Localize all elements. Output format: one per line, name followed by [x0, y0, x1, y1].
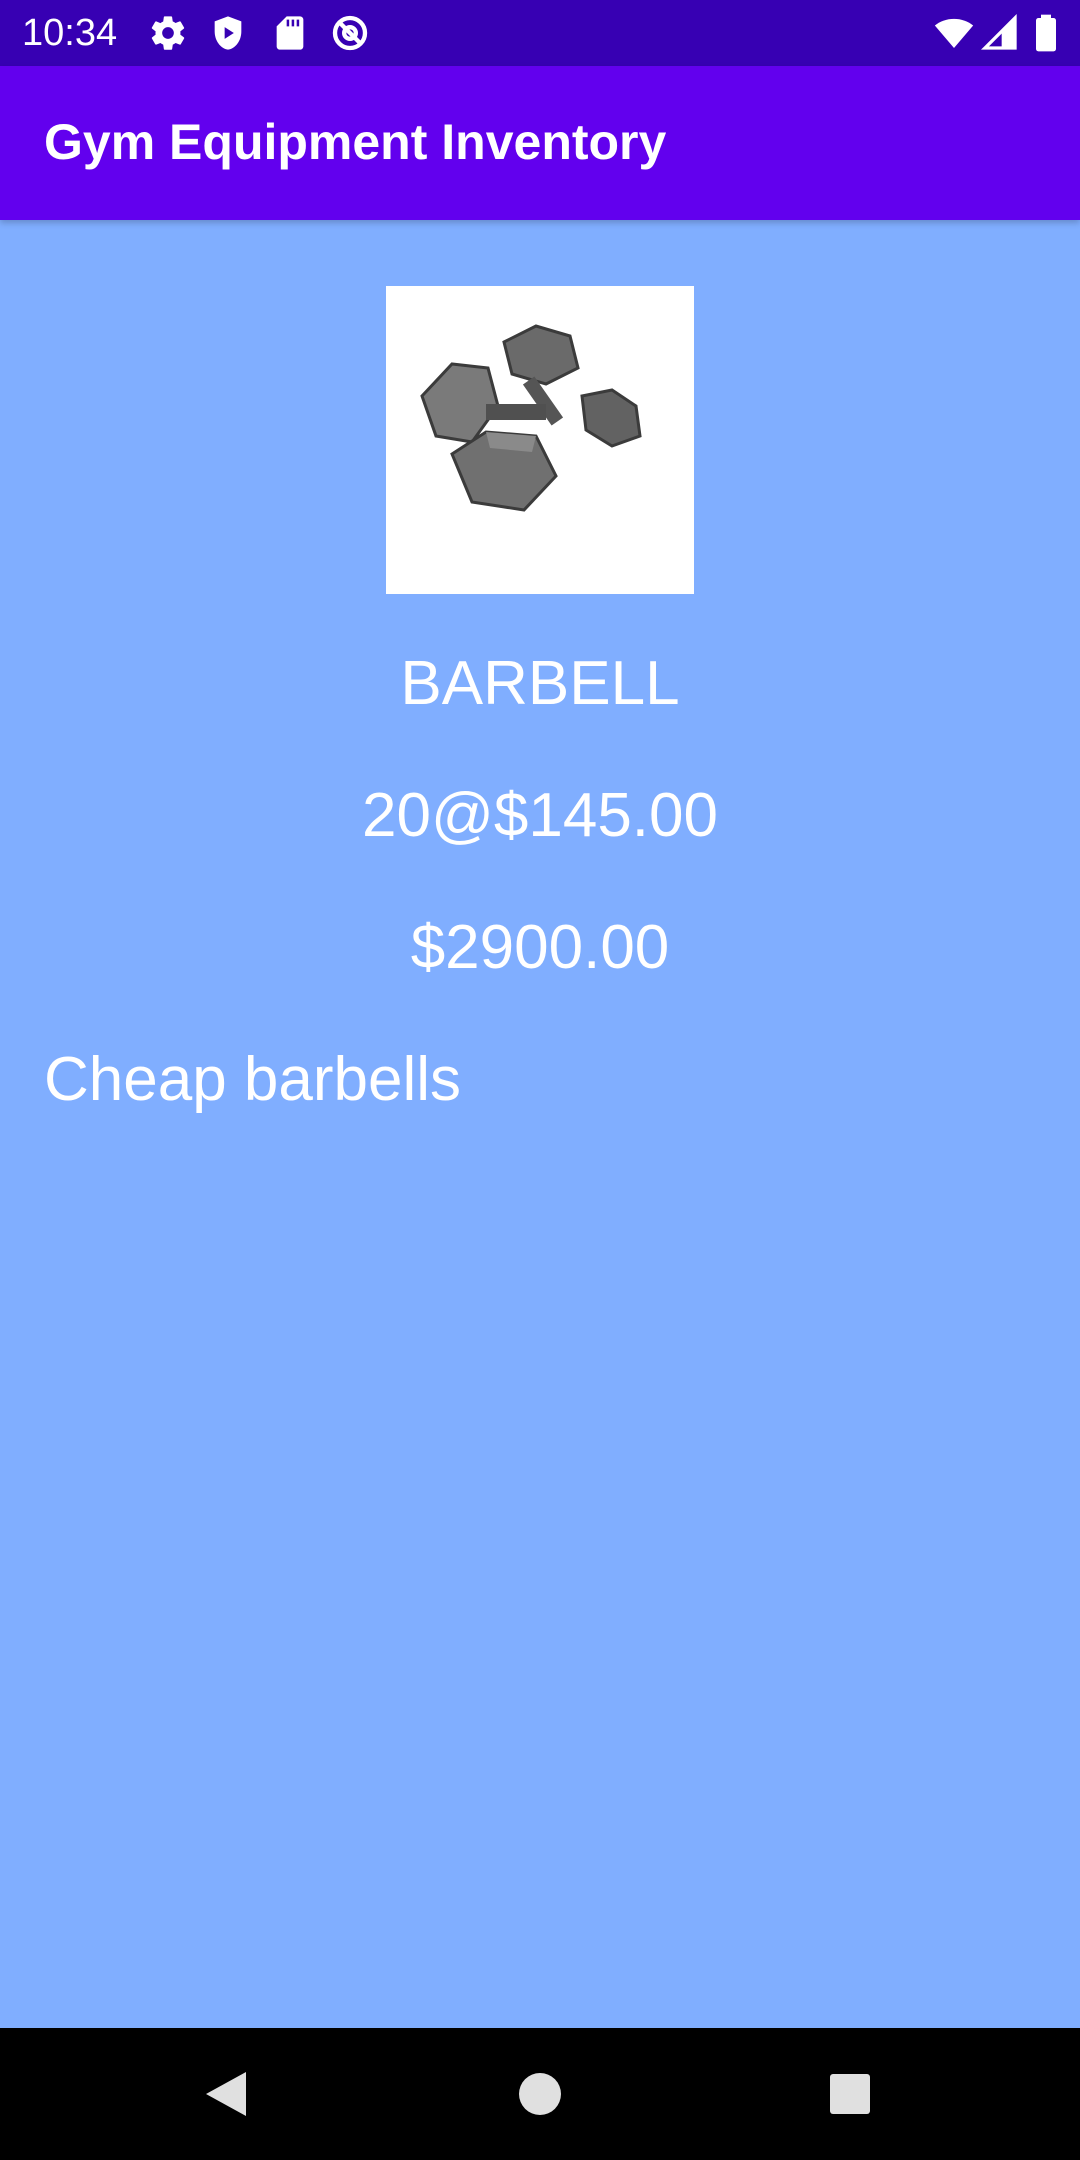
shield-play-icon [208, 13, 248, 53]
product-detail: BARBELL 20@$145.00 $2900.00 Cheap barbel… [0, 220, 1080, 2028]
sd-card-icon [270, 13, 310, 53]
navigation-bar [0, 2028, 1080, 2160]
product-description: Cheap barbells [44, 1045, 462, 1114]
gear-icon [148, 13, 188, 53]
app-title: Gym Equipment Inventory [44, 114, 667, 170]
signal-icon [980, 13, 1020, 53]
product-name: BARBELL [400, 649, 680, 718]
dumbbell-back [502, 324, 642, 448]
app-bar: Gym Equipment Inventory [0, 66, 1080, 220]
status-time: 10:34 [22, 12, 118, 54]
product-quantity-price: 20@$145.00 [361, 781, 718, 850]
product-total: $2900.00 [410, 913, 670, 982]
home-icon[interactable] [510, 2064, 570, 2124]
status-bar: 10:34 [0, 0, 1080, 66]
battery-icon [1032, 13, 1060, 53]
back-icon[interactable] [196, 2064, 256, 2124]
wifi-icon [934, 13, 974, 53]
at-sign-icon [330, 13, 370, 53]
dumbbells-image [386, 286, 694, 594]
recents-icon[interactable] [820, 2064, 880, 2124]
